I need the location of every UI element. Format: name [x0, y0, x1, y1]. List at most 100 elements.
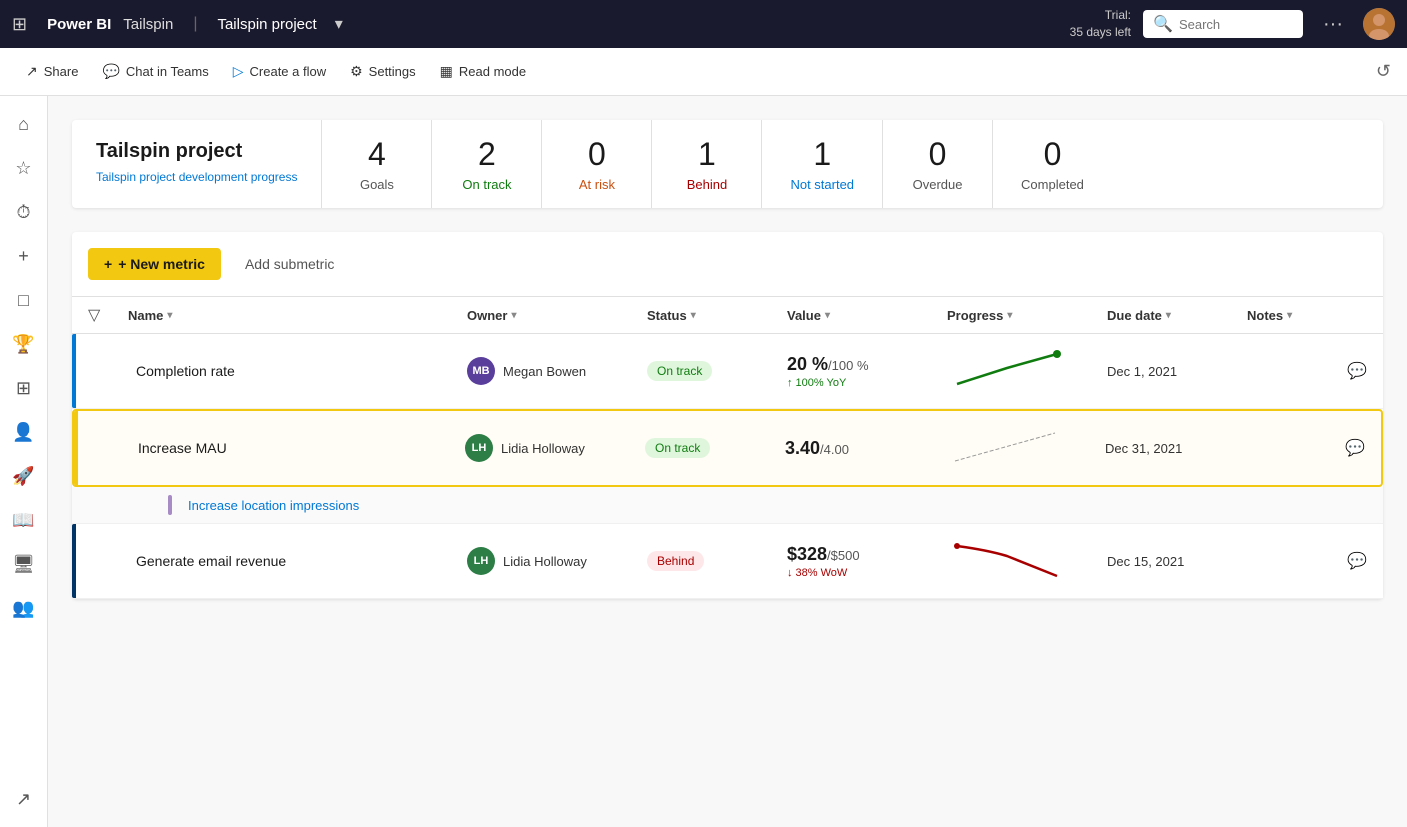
progress-sort-icon: ▾: [1007, 310, 1012, 321]
new-metric-button[interactable]: + + New metric: [88, 248, 221, 280]
notes-icon[interactable]: 💬: [1345, 438, 1365, 458]
project-title-block: Tailspin project Tailspin project develo…: [72, 120, 322, 208]
stat-label: Behind: [687, 177, 727, 192]
stat-number: 0: [588, 136, 606, 173]
nav-project-title[interactable]: Tailspin project: [217, 16, 316, 33]
table-row-2[interactable]: Generate email revenue LH Lidia Holloway…: [72, 524, 1383, 599]
sidebar-item-recents[interactable]: ⏱: [4, 192, 44, 232]
filter-icon[interactable]: ▽: [88, 305, 100, 325]
plus-icon: +: [104, 256, 112, 272]
stat-block-not-started: 1 Not started: [762, 120, 883, 208]
create-flow-button[interactable]: ▷ Create a flow: [223, 57, 336, 86]
notes-cell: 💬: [1245, 438, 1365, 458]
value-cell: 20 %/100 % ↑ 100% YoY: [787, 354, 947, 389]
col-header-name[interactable]: Name ▾: [128, 308, 467, 323]
col-header-duedate[interactable]: Due date ▾: [1107, 308, 1247, 323]
row-indicator: [74, 411, 78, 485]
col-header-status[interactable]: Status ▾: [647, 308, 787, 323]
metric-name: Increase MAU: [130, 440, 465, 456]
add-submetric-button[interactable]: Add submetric: [229, 248, 350, 280]
subrow-name[interactable]: Increase location impressions: [180, 498, 359, 513]
content-area: Tailspin project Tailspin project develo…: [48, 96, 1407, 827]
owner-name: Lidia Holloway: [503, 554, 587, 569]
sidebar-item-team[interactable]: 👥: [4, 588, 44, 628]
due-date-cell: Dec 15, 2021: [1107, 554, 1247, 569]
settings-button[interactable]: ⚙ Settings: [340, 57, 426, 86]
user-avatar[interactable]: [1363, 8, 1395, 40]
sidebar-item-books[interactable]: 📖: [4, 500, 44, 540]
table-row-1[interactable]: Increase MAU LH Lidia Holloway On track …: [72, 409, 1383, 487]
col-header-progress[interactable]: Progress ▾: [947, 308, 1107, 323]
share-button[interactable]: ↗ Share: [16, 57, 88, 86]
status-badge: Behind: [647, 551, 704, 571]
grid-icon[interactable]: ⊞: [12, 14, 27, 35]
share-icon: ↗: [26, 63, 38, 80]
stat-block-completed: 0 Completed: [993, 120, 1112, 208]
sidebar-item-home[interactable]: ⌂: [4, 104, 44, 144]
stat-label: Completed: [1021, 177, 1084, 192]
subrow-container: Increase location impressions: [72, 487, 1383, 524]
duedate-sort-icon: ▾: [1166, 310, 1171, 321]
metrics-table: ▽ Name ▾ Owner ▾ Status ▾ Va: [72, 297, 1383, 599]
sidebar-item-goals[interactable]: 🏆: [4, 324, 44, 364]
status-cell: On track: [645, 438, 785, 458]
table-rows: Completion rate MB Megan Bowen On track …: [72, 334, 1383, 599]
search-input[interactable]: [1179, 17, 1293, 32]
col-header-value[interactable]: Value ▾: [787, 308, 947, 323]
notes-sort-icon: ▾: [1287, 310, 1292, 321]
notes-icon[interactable]: 💬: [1347, 361, 1367, 381]
stat-number: 0: [929, 136, 947, 173]
sidebar-item-expand[interactable]: ↗: [4, 779, 44, 819]
due-date-cell: Dec 31, 2021: [1105, 441, 1245, 456]
more-options-icon[interactable]: ···: [1323, 13, 1343, 36]
settings-icon: ⚙: [350, 63, 363, 80]
owner-avatar: MB: [467, 357, 495, 385]
owner-cell: MB Megan Bowen: [467, 357, 647, 385]
col-header-owner[interactable]: Owner ▾: [467, 308, 647, 323]
value-change: ↓ 38% WoW: [787, 567, 947, 579]
stat-number: 1: [813, 136, 831, 173]
nav-workspace: Tailspin: [123, 16, 173, 33]
status-sort-icon: ▾: [691, 310, 696, 321]
owner-avatar: LH: [467, 547, 495, 575]
read-mode-button[interactable]: ▦ Read mode: [430, 57, 536, 86]
value-main: 20 %: [787, 354, 828, 374]
metric-name: Completion rate: [128, 363, 467, 379]
value-target: /$500: [827, 548, 860, 563]
stat-block-on-track: 2 On track: [432, 120, 542, 208]
stat-number: 4: [368, 136, 386, 173]
owner-sort-icon: ▾: [511, 310, 516, 321]
sidebar-item-people[interactable]: 👤: [4, 412, 44, 452]
main-layout: ⌂ ☆ ⏱ + □ 🏆 ⊞ 👤 🚀 📖 🖥 👥 ↗ Tailspin proje…: [0, 96, 1407, 827]
progress-cell: [947, 536, 1107, 586]
notes-cell: 💬: [1247, 551, 1367, 571]
project-dropdown-icon[interactable]: ▾: [335, 14, 343, 34]
project-subtitle: Tailspin project development progress: [96, 169, 297, 186]
top-nav: ⊞ Power BI Tailspin | Tailspin project ▾…: [0, 0, 1407, 48]
sidebar-item-launch[interactable]: 🚀: [4, 456, 44, 496]
progress-cell: [947, 346, 1107, 396]
sidebar-item-apps[interactable]: □: [4, 280, 44, 320]
col-header-notes[interactable]: Notes ▾: [1247, 308, 1367, 323]
search-box[interactable]: 🔍: [1143, 10, 1303, 38]
sidebar-item-monitor[interactable]: 🖥: [4, 544, 44, 584]
search-icon: 🔍: [1153, 14, 1173, 34]
sidebar-item-favorites[interactable]: ☆: [4, 148, 44, 188]
sidebar-item-create[interactable]: +: [4, 236, 44, 276]
value-change: ↑ 100% YoY: [787, 377, 947, 389]
sidebar-item-dashboards[interactable]: ⊞: [4, 368, 44, 408]
chat-teams-button[interactable]: 💬 Chat in Teams: [92, 57, 218, 86]
owner-name: Megan Bowen: [503, 364, 586, 379]
stat-label: Not started: [790, 177, 854, 192]
notes-icon[interactable]: 💬: [1347, 551, 1367, 571]
value-target: /100 %: [828, 358, 868, 373]
row-indicator: [72, 524, 76, 598]
stat-label: Overdue: [913, 177, 963, 192]
table-row-0[interactable]: Completion rate MB Megan Bowen On track …: [72, 334, 1383, 409]
refresh-icon[interactable]: ↺: [1376, 61, 1391, 82]
owner-name: Lidia Holloway: [501, 441, 585, 456]
value-sort-icon: ▾: [825, 310, 830, 321]
trial-info: Trial: 35 days left: [1070, 7, 1131, 41]
project-title: Tailspin project: [96, 140, 297, 163]
owner-cell: LH Lidia Holloway: [465, 434, 645, 462]
